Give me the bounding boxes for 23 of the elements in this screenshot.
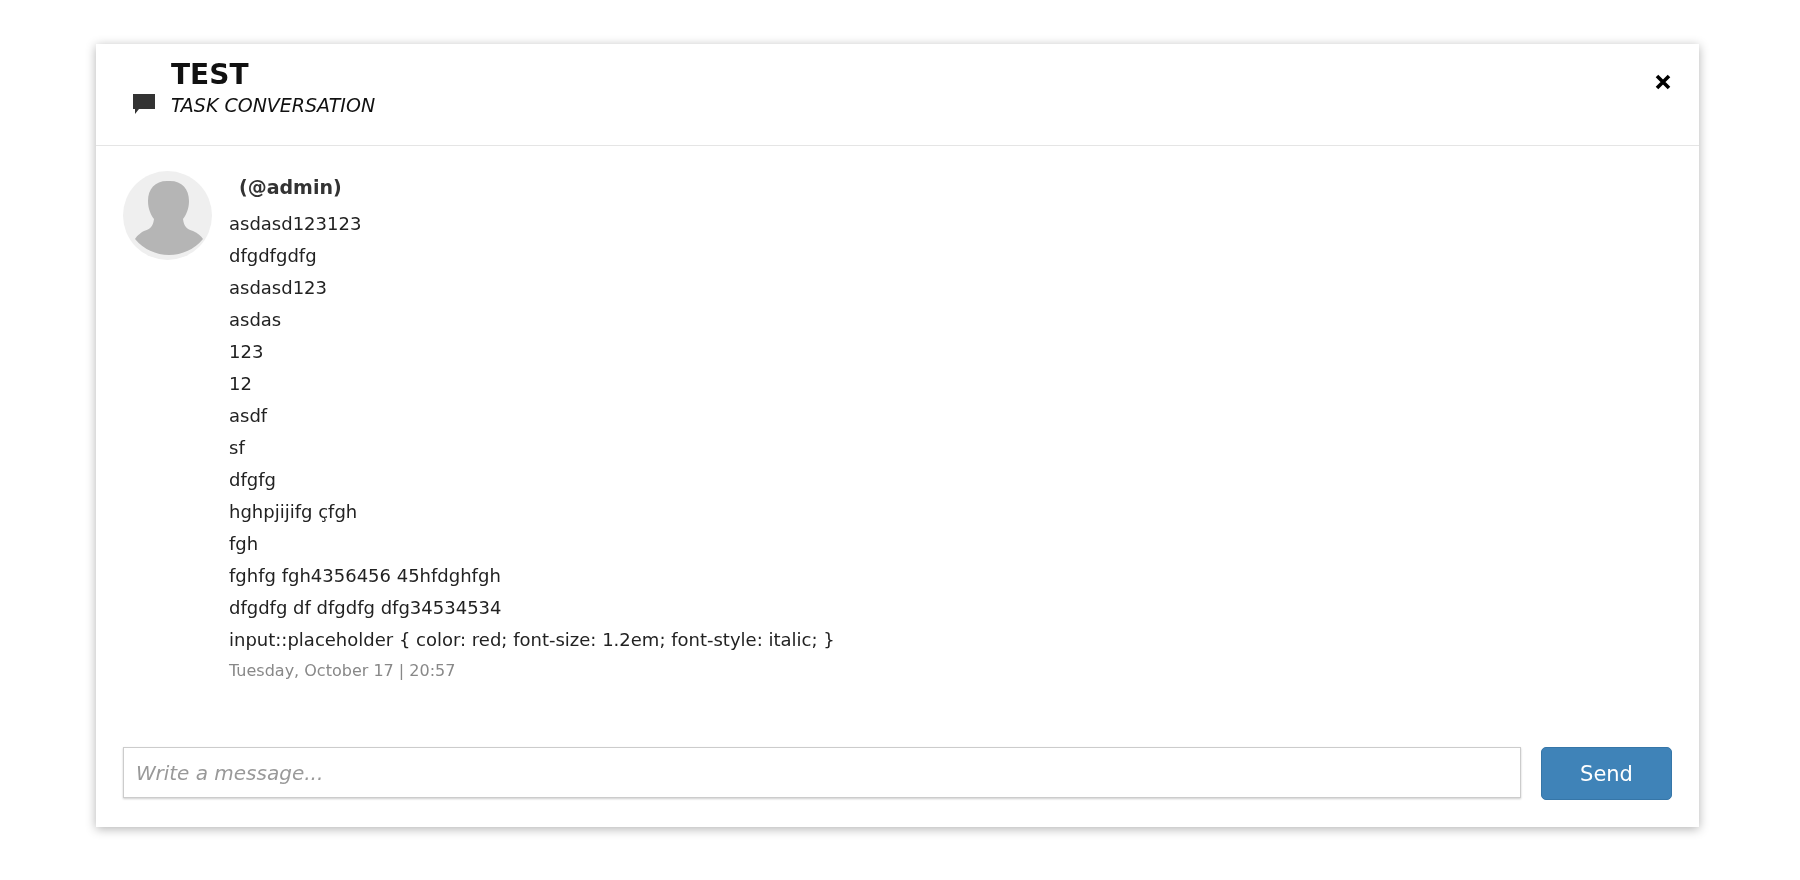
message-line: dfgdfgdfg (229, 244, 318, 268)
message-line: dfgfg (229, 468, 277, 492)
dialog-subtitle: TASK CONVERSATION (171, 93, 377, 118)
message-line: asdasd123 (229, 276, 329, 300)
author-name: (@admin) (239, 175, 343, 200)
speech-bubble-icon (133, 94, 155, 115)
close-icon (1655, 74, 1671, 90)
message-line: dfgdfg df dfgdfg dfg34534534 (229, 596, 503, 620)
message-line: input::placeholder { color: red; font-size: 1.2em; font-style: italic; } (229, 628, 835, 652)
message-line: asdas (229, 308, 283, 332)
message-line: hghpjijifg çfgh (229, 500, 359, 524)
message-line: fghfg fgh4356456 45hfdghfgh (229, 564, 502, 588)
message-line: asdf (229, 404, 269, 428)
message-input-field[interactable]: Write a message... (123, 747, 1521, 798)
message-timestamp: Tuesday, October 17 | 20:57 (229, 660, 457, 682)
close-button[interactable] (1653, 72, 1673, 92)
send-button[interactable]: Send (1541, 747, 1672, 800)
dialog-title: TEST (171, 58, 250, 92)
message-line: sf (229, 436, 247, 460)
message-line: 12 (229, 372, 253, 396)
message-line: asdasd123123 (229, 212, 363, 236)
message-line: 123 (229, 340, 265, 364)
message-line: fgh (229, 532, 260, 556)
